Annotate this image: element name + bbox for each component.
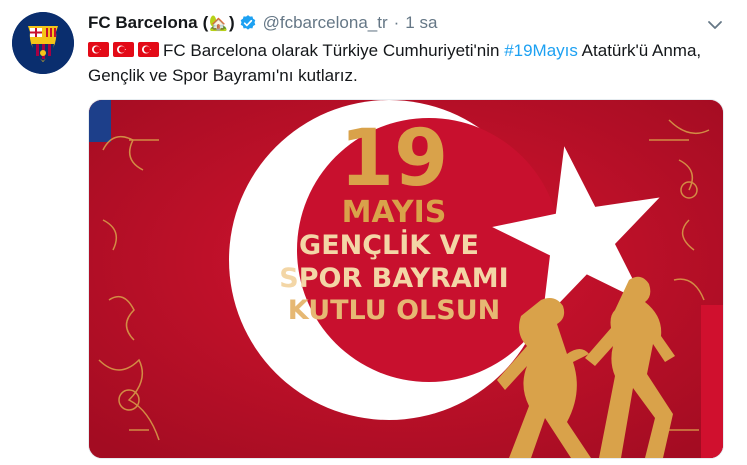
tweet-card[interactable]: FC Barcelona ( 🏡 ) @fcbarcelona_tr · 1 s… <box>0 0 747 465</box>
timestamp[interactable]: 1 sa <box>405 13 437 33</box>
name-paren-close: ) <box>228 13 235 32</box>
house-emoji: 🏡 <box>209 15 228 32</box>
turkey-flag-icon <box>138 42 159 57</box>
tweet-header: FC Barcelona ( 🏡 ) @fcbarcelona_tr · 1 s… <box>88 11 727 35</box>
fc-barcelona-crest-icon <box>12 12 74 74</box>
poster-line3: GENÇLİK VE <box>299 229 479 261</box>
tweet-text: FC Barcelona olarak Türkiye Cumhuriyeti'… <box>88 38 728 88</box>
avatar[interactable] <box>12 12 74 74</box>
verified-badge-icon <box>240 15 255 30</box>
separator-dot: · <box>393 13 400 32</box>
name-paren-open: ( <box>202 13 209 32</box>
display-name[interactable]: FC Barcelona <box>88 13 198 33</box>
handle[interactable]: @fcbarcelona_tr <box>263 13 388 33</box>
chevron-down-icon[interactable] <box>707 17 723 33</box>
tweet-text-part1: FC Barcelona olarak Türkiye Cumhuriyeti'… <box>163 41 505 60</box>
turkey-flag-icon <box>113 42 134 57</box>
turkey-flag-icon <box>88 42 109 57</box>
poster-line1: 19 <box>340 114 449 204</box>
poster-line5: KUTLU OLSUN <box>288 295 500 326</box>
poster-line4: SPOR BAYRAMI <box>279 263 508 294</box>
poster-graphic: 19 MAYIS GENÇLİK VE SPOR BAYRAMI KUTLU O… <box>89 100 723 458</box>
hashtag-link[interactable]: #19Mayıs <box>504 41 578 60</box>
poster-line2: MAYIS <box>342 195 447 230</box>
tweet-media-image[interactable]: 19 MAYIS GENÇLİK VE SPOR BAYRAMI KUTLU O… <box>88 99 724 459</box>
